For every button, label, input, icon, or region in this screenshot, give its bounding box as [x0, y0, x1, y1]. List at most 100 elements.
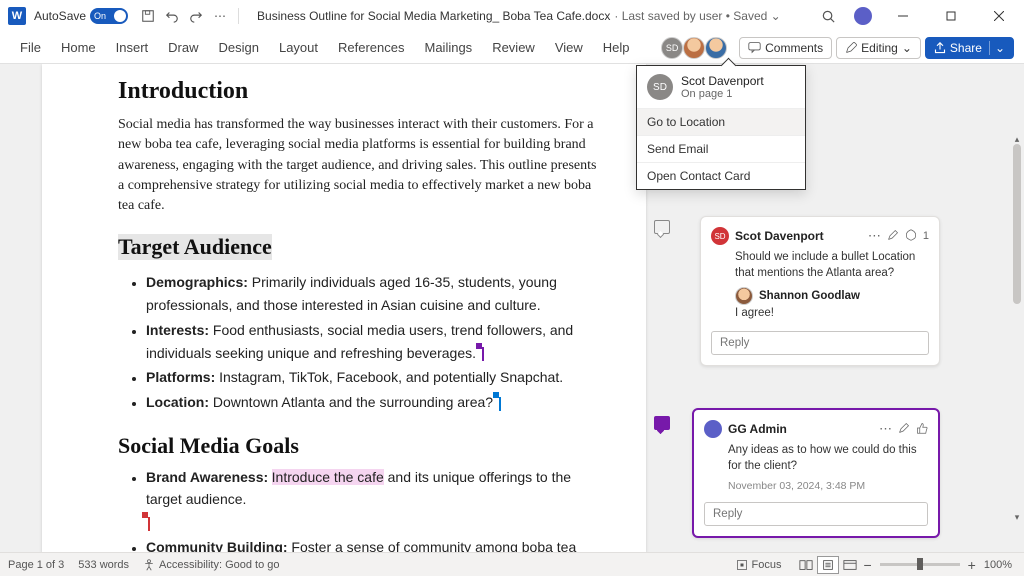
ribbon-tabs: File Home Insert Draw Design Layout Refe…	[0, 32, 1024, 64]
comment-anchor-icon-active[interactable]	[654, 416, 670, 430]
open-contact-card-item[interactable]: Open Contact Card	[637, 162, 805, 189]
document-page[interactable]: Introduction Social media has transforme…	[42, 64, 646, 552]
tab-draw[interactable]: Draw	[158, 34, 208, 61]
presence-avatars: SD	[663, 37, 727, 59]
status-bar: Page 1 of 3 533 words Accessibility: Goo…	[0, 552, 1024, 576]
comment-icon	[748, 41, 761, 54]
redo-icon[interactable]	[188, 8, 204, 24]
tab-layout[interactable]: Layout	[269, 34, 328, 61]
tab-mailings[interactable]: Mailings	[415, 34, 483, 61]
intro-paragraph: Social media has transformed the way bus…	[118, 115, 602, 216]
read-mode-icon[interactable]	[795, 556, 817, 574]
target-audience-list: Demographics: Primarily individuals aged…	[146, 272, 602, 414]
send-email-item[interactable]: Send Email	[637, 135, 805, 162]
chevron-down-icon: ⌄	[989, 41, 1005, 55]
comment-text: Any ideas as to how we could do this for…	[728, 442, 928, 474]
save-icon[interactable]	[140, 8, 156, 24]
zoom-out-button[interactable]: −	[863, 557, 871, 573]
heading-target-audience: Target Audience	[118, 234, 272, 260]
list-item: Location: Downtown Atlanta and the surro…	[146, 392, 602, 415]
comment-anchor-icon[interactable]	[654, 220, 670, 234]
editing-mode-button[interactable]: Editing ⌄	[836, 37, 921, 59]
accessibility-status[interactable]: Accessibility: Good to go	[143, 559, 279, 571]
share-label: Share	[950, 41, 982, 55]
edit-icon[interactable]	[898, 422, 910, 437]
list-item: Platforms: Instagram, TikTok, Facebook, …	[146, 367, 602, 390]
comments-label: Comments	[765, 41, 823, 55]
document-area: Introduction Social media has transforme…	[0, 64, 1024, 552]
zoom-slider[interactable]	[880, 563, 960, 566]
resolve-icon[interactable]	[905, 229, 917, 244]
heading-introduction: Introduction	[118, 78, 602, 105]
word-app-icon: W	[8, 7, 26, 25]
list-item: Brand Awareness: Introduce the cafe and …	[146, 467, 602, 535]
like-icon[interactable]	[916, 422, 928, 437]
goals-list: Brand Awareness: Introduce the cafe and …	[146, 467, 602, 552]
pencil-icon	[845, 42, 857, 54]
zoom-in-button[interactable]: +	[968, 557, 976, 573]
save-status[interactable]: · Last saved by user • Saved ⌄	[614, 9, 780, 23]
zoom-percentage[interactable]: 100%	[984, 559, 1012, 571]
chevron-down-icon: ⌄	[902, 41, 912, 55]
presence-card-header: SD Scot Davenport On page 1	[637, 66, 805, 108]
comments-button[interactable]: Comments	[739, 37, 832, 59]
presence-avatar-2[interactable]	[683, 37, 705, 59]
web-layout-icon[interactable]	[839, 556, 861, 574]
focus-mode[interactable]: Focus	[736, 559, 782, 571]
current-user-avatar[interactable]	[854, 7, 872, 25]
word-count[interactable]: 533 words	[78, 559, 129, 571]
heading-social-media-goals: Social Media Goals	[118, 433, 602, 459]
comment-card-selected[interactable]: GG Admin ⋯ Any ideas as to how we could …	[692, 408, 940, 538]
tab-references[interactable]: References	[328, 34, 414, 61]
close-button[interactable]	[982, 4, 1016, 28]
separator	[238, 8, 239, 24]
comment-card[interactable]: SD Scot Davenport ⋯ 1 Should we include …	[700, 216, 940, 366]
reply-avatar	[735, 287, 753, 305]
zoom-slider-knob[interactable]	[917, 558, 923, 570]
autosave-toggle[interactable]: On	[90, 8, 128, 24]
qat-dropdown-icon[interactable]: ⋯	[212, 8, 228, 24]
tab-view[interactable]: View	[545, 34, 593, 61]
edit-icon[interactable]	[887, 229, 899, 244]
presence-avatar-3[interactable]	[705, 37, 727, 59]
maximize-button[interactable]	[934, 4, 968, 28]
list-item: Demographics: Primarily individuals aged…	[146, 272, 602, 317]
undo-icon[interactable]	[164, 8, 180, 24]
presence-card-location: On page 1	[681, 88, 764, 100]
scroll-down-arrow[interactable]: ▾	[1012, 512, 1022, 522]
presence-card-name: Scot Davenport	[681, 74, 764, 88]
page-indicator[interactable]: Page 1 of 3	[8, 559, 64, 571]
presence-card-avatar: SD	[647, 74, 673, 100]
tab-file[interactable]: File	[10, 34, 51, 61]
tab-help[interactable]: Help	[593, 34, 640, 61]
comment-date: November 03, 2024, 3:48 PM	[728, 480, 928, 492]
share-button[interactable]: Share ⌄	[925, 37, 1014, 59]
scrollbar-thumb[interactable]	[1013, 144, 1021, 304]
comment-text: Should we include a bullet Location that…	[735, 249, 929, 281]
minimize-button[interactable]	[886, 4, 920, 28]
tab-review[interactable]: Review	[482, 34, 545, 61]
comment-avatar	[704, 420, 722, 438]
more-icon[interactable]: ⋯	[879, 421, 892, 437]
reply-input[interactable]	[711, 331, 929, 355]
presence-avatar-sd[interactable]: SD	[661, 37, 683, 59]
print-layout-icon[interactable]	[817, 556, 839, 574]
more-icon[interactable]: ⋯	[868, 228, 881, 244]
reply-count: 1	[923, 230, 929, 242]
go-to-location-item[interactable]: Go to Location	[637, 108, 805, 135]
comment-author: Scot Davenport	[735, 229, 862, 243]
reply-input[interactable]	[704, 502, 928, 526]
scroll-up-arrow[interactable]: ▴	[1012, 134, 1022, 144]
list-item: Interests: Food enthusiasts, social medi…	[146, 320, 602, 365]
tab-home[interactable]: Home	[51, 34, 106, 61]
presence-contact-card: SD Scot Davenport On page 1 Go to Locati…	[636, 65, 806, 190]
vertical-scrollbar[interactable]: ▴ ▾	[1012, 134, 1022, 522]
search-icon[interactable]	[820, 8, 836, 24]
highlighted-text: Introduce the cafe	[272, 469, 384, 485]
list-item: Community Building: Foster a sense of co…	[146, 537, 602, 552]
document-title[interactable]: Business Outline for Social Media Market…	[257, 9, 610, 23]
tab-insert[interactable]: Insert	[106, 34, 159, 61]
comment-author: GG Admin	[728, 422, 873, 436]
tab-design[interactable]: Design	[209, 34, 269, 61]
share-icon	[934, 42, 946, 54]
